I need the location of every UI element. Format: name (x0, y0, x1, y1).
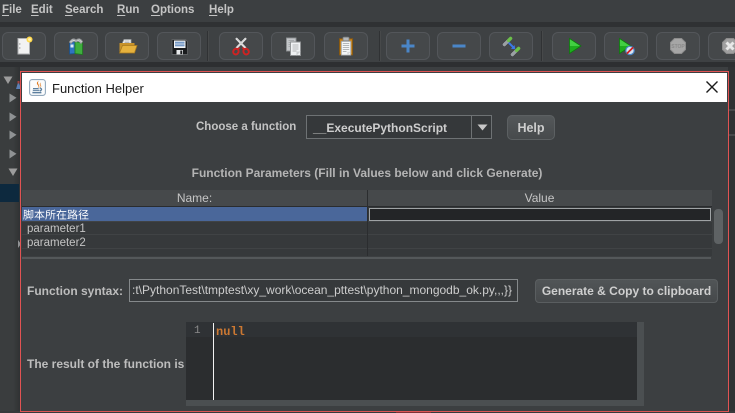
svg-text:STOP: STOP (671, 44, 685, 50)
